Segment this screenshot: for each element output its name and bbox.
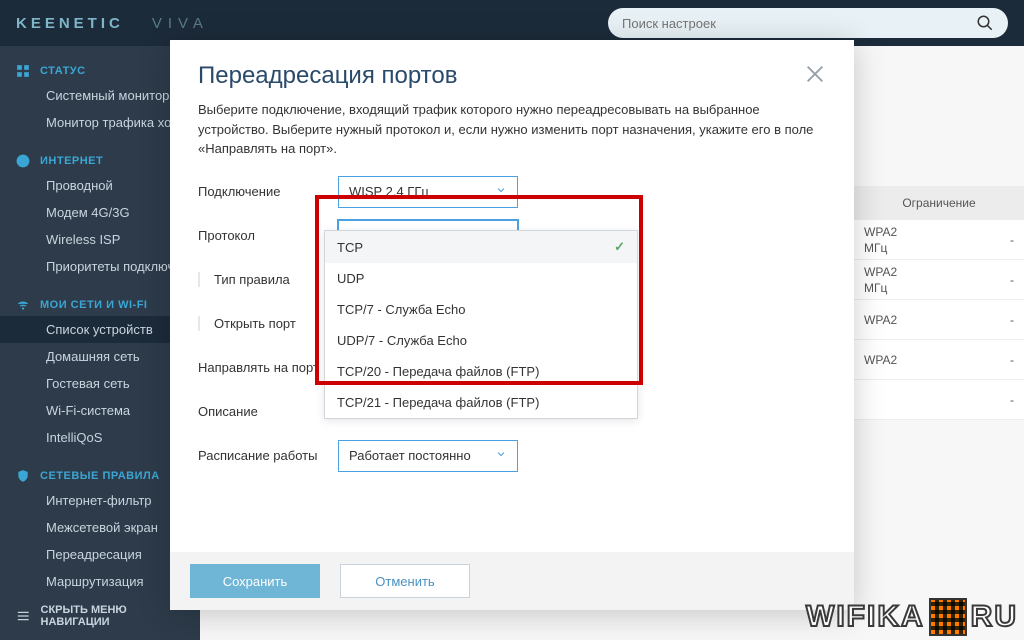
table-row: WPA2МГц- bbox=[854, 220, 1024, 260]
protocol-dropdown: TCP✓ UDP TCP/7 - Служба Echo UDP/7 - Слу… bbox=[324, 230, 638, 419]
bg-table: Ограничение WPA2МГц- WPA2МГц- WPA2- WPA2… bbox=[854, 186, 1024, 420]
label-protocol: Протокол bbox=[198, 228, 338, 243]
label-description: Описание bbox=[198, 404, 338, 419]
shield-icon bbox=[16, 469, 30, 483]
label-schedule: Расписание работы bbox=[198, 448, 338, 463]
globe-icon bbox=[16, 154, 30, 168]
close-icon bbox=[804, 63, 826, 85]
dropdown-option[interactable]: UDP bbox=[325, 263, 637, 294]
save-button[interactable]: Сохранить bbox=[190, 564, 320, 598]
bg-col-head: Ограничение bbox=[854, 186, 1024, 220]
check-icon: ✓ bbox=[614, 239, 625, 255]
modal-description: Выберите подключение, входящий трафик ко… bbox=[170, 96, 854, 175]
label-open-port: Открыть порт bbox=[198, 316, 338, 331]
search-icon bbox=[976, 14, 994, 32]
label-connection: Подключение bbox=[198, 184, 338, 199]
table-row: - bbox=[854, 380, 1024, 420]
label-forward-to: Направлять на порт bbox=[198, 360, 338, 375]
modal-title: Переадресация портов bbox=[198, 62, 458, 90]
dropdown-option[interactable]: TCP/21 - Передача файлов (FTP) bbox=[325, 387, 637, 418]
label-rule-type: Тип правила bbox=[198, 272, 338, 287]
schedule-select[interactable]: Работает постоянно bbox=[338, 440, 518, 472]
search-box[interactable] bbox=[608, 8, 1008, 38]
table-row: WPA2МГц- bbox=[854, 260, 1024, 300]
qr-icon bbox=[929, 598, 967, 636]
table-row: WPA2- bbox=[854, 340, 1024, 380]
connection-select[interactable]: WISP 2,4 ГГц bbox=[338, 176, 518, 208]
dropdown-option[interactable]: TCP/7 - Служба Echo bbox=[325, 294, 637, 325]
modal-footer: Сохранить Отменить bbox=[170, 552, 854, 610]
dashboard-icon bbox=[16, 64, 30, 78]
watermark: WIFIKA RU bbox=[806, 598, 1018, 636]
brand-name: KEENETIC bbox=[16, 15, 124, 32]
dropdown-option[interactable]: TCP/20 - Передача файлов (FTP) bbox=[325, 356, 637, 387]
menu-icon bbox=[16, 608, 31, 624]
table-row: WPA2- bbox=[854, 300, 1024, 340]
chevron-down-icon bbox=[495, 184, 507, 196]
dropdown-option[interactable]: TCP✓ bbox=[325, 231, 637, 263]
dropdown-option[interactable]: UDP/7 - Служба Echo bbox=[325, 325, 637, 356]
chevron-down-icon bbox=[495, 448, 507, 460]
search-input[interactable] bbox=[622, 16, 976, 31]
close-button[interactable] bbox=[804, 63, 826, 90]
wifi-icon bbox=[16, 298, 30, 312]
cancel-button[interactable]: Отменить bbox=[340, 564, 470, 598]
brand-model: VIVA bbox=[152, 15, 209, 32]
